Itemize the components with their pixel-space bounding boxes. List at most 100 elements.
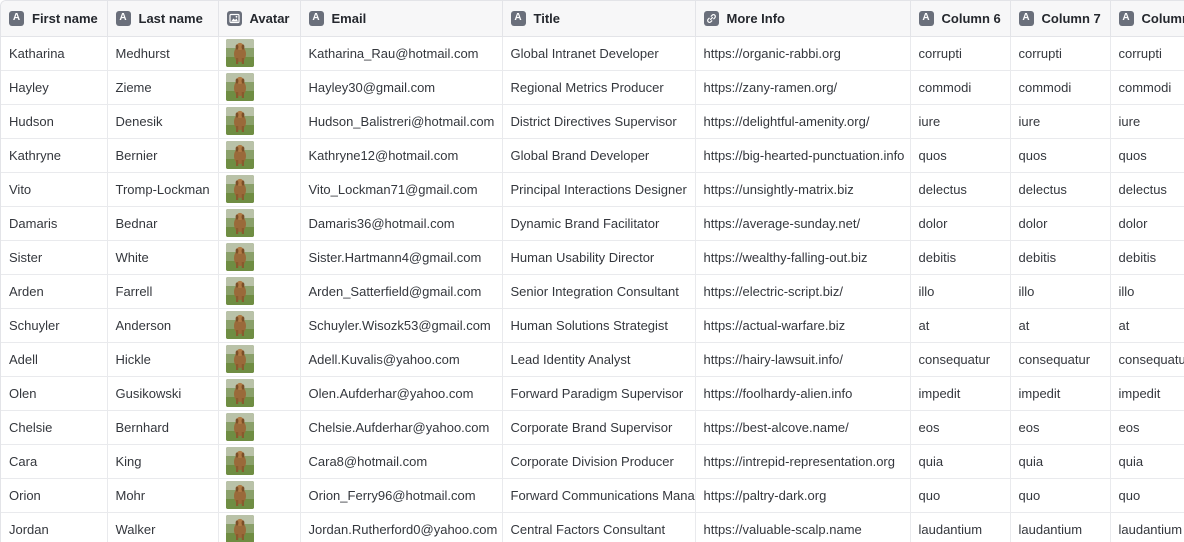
- cell-title[interactable]: Forward Communications Manager: [502, 478, 696, 513]
- table-row[interactable]: Chelsie Bernhard Chelsie.Aufderhar@yahoo.c…: [1, 410, 1184, 445]
- table-row[interactable]: Sister White Sister.Hartmann4@gmail.com Hum…: [1, 240, 1184, 275]
- cell-email[interactable]: Cara8@hotmail.com: [300, 444, 503, 479]
- cell-column-8[interactable]: impedit: [1110, 376, 1184, 411]
- cell-first-name[interactable]: Olen: [1, 376, 108, 411]
- cell-last-name[interactable]: Walker: [107, 512, 219, 542]
- cell-column-8[interactable]: laudantium: [1110, 512, 1184, 542]
- cell-more-info[interactable]: https://hairy-lawsuit.info/: [695, 342, 911, 377]
- cell-title[interactable]: Human Solutions Strategist: [502, 308, 696, 343]
- cell-column-8[interactable]: delectus: [1110, 172, 1184, 207]
- table-row[interactable]: Kathryne Bernier Kathryne12@hotmail.com Glo…: [1, 138, 1184, 173]
- cell-email[interactable]: Orion_Ferry96@hotmail.com: [300, 478, 503, 513]
- cell-column-7[interactable]: commodi: [1010, 70, 1111, 105]
- cell-first-name[interactable]: Chelsie: [1, 410, 108, 445]
- cell-column-8[interactable]: quos: [1110, 138, 1184, 173]
- table-row[interactable]: Schuyler Anderson Schuyler.Wisozk53@gmail.…: [1, 308, 1184, 343]
- cell-avatar[interactable]: [218, 138, 301, 173]
- cell-title[interactable]: Global Brand Developer: [502, 138, 696, 173]
- cell-title[interactable]: Central Factors Consultant: [502, 512, 696, 542]
- cell-first-name[interactable]: Orion: [1, 478, 108, 513]
- cell-column-8[interactable]: corrupti: [1110, 36, 1184, 71]
- cell-last-name[interactable]: Bernier: [107, 138, 219, 173]
- cell-column-7[interactable]: quia: [1010, 444, 1111, 479]
- column-header-avatar[interactable]: Avatar: [218, 1, 301, 37]
- cell-title[interactable]: Senior Integration Consultant: [502, 274, 696, 309]
- cell-column-8[interactable]: dolor: [1110, 206, 1184, 241]
- cell-first-name[interactable]: Jordan: [1, 512, 108, 542]
- cell-avatar[interactable]: [218, 444, 301, 479]
- cell-more-info[interactable]: https://paltry-dark.org: [695, 478, 911, 513]
- cell-email[interactable]: Hudson_Balistreri@hotmail.com: [300, 104, 503, 139]
- cell-column-6[interactable]: commodi: [910, 70, 1011, 105]
- cell-column-8[interactable]: consequatur: [1110, 342, 1184, 377]
- cell-more-info[interactable]: https://actual-warfare.biz: [695, 308, 911, 343]
- table-row[interactable]: Jordan Walker Jordan.Rutherford0@yahoo.com…: [1, 512, 1184, 542]
- cell-first-name[interactable]: Hudson: [1, 104, 108, 139]
- cell-column-6[interactable]: eos: [910, 410, 1011, 445]
- table-row[interactable]: Adell Hickle Adell.Kuvalis@yahoo.com Lead I…: [1, 342, 1184, 377]
- cell-first-name[interactable]: Adell: [1, 342, 108, 377]
- cell-last-name[interactable]: Gusikowski: [107, 376, 219, 411]
- cell-email[interactable]: Adell.Kuvalis@yahoo.com: [300, 342, 503, 377]
- cell-email[interactable]: Arden_Satterfield@gmail.com: [300, 274, 503, 309]
- cell-last-name[interactable]: White: [107, 240, 219, 275]
- cell-email[interactable]: Sister.Hartmann4@gmail.com: [300, 240, 503, 275]
- column-header-column-7[interactable]: A Column 7: [1010, 1, 1111, 37]
- cell-column-7[interactable]: quos: [1010, 138, 1111, 173]
- cell-first-name[interactable]: Damaris: [1, 206, 108, 241]
- cell-email[interactable]: Hayley30@gmail.com: [300, 70, 503, 105]
- cell-first-name[interactable]: Katharina: [1, 36, 108, 71]
- cell-column-8[interactable]: quia: [1110, 444, 1184, 479]
- cell-more-info[interactable]: https://average-sunday.net/: [695, 206, 911, 241]
- cell-title[interactable]: Global Intranet Developer: [502, 36, 696, 71]
- cell-avatar[interactable]: [218, 206, 301, 241]
- cell-column-7[interactable]: consequatur: [1010, 342, 1111, 377]
- cell-more-info[interactable]: https://foolhardy-alien.info: [695, 376, 911, 411]
- cell-last-name[interactable]: Farrell: [107, 274, 219, 309]
- cell-first-name[interactable]: Kathryne: [1, 138, 108, 173]
- cell-column-8[interactable]: iure: [1110, 104, 1184, 139]
- cell-column-6[interactable]: illo: [910, 274, 1011, 309]
- cell-last-name[interactable]: Bernhard: [107, 410, 219, 445]
- cell-column-7[interactable]: at: [1010, 308, 1111, 343]
- cell-last-name[interactable]: Anderson: [107, 308, 219, 343]
- cell-last-name[interactable]: Hickle: [107, 342, 219, 377]
- cell-column-8[interactable]: illo: [1110, 274, 1184, 309]
- table-row[interactable]: Cara King Cara8@hotmail.com Corporate Divis…: [1, 444, 1184, 479]
- cell-column-8[interactable]: at: [1110, 308, 1184, 343]
- column-header-column-8[interactable]: A Column 8: [1110, 1, 1184, 37]
- cell-more-info[interactable]: https://wealthy-falling-out.biz: [695, 240, 911, 275]
- table-row[interactable]: Vito Tromp-Lockman Vito_Lockman71@gmail.co…: [1, 172, 1184, 207]
- cell-column-7[interactable]: quo: [1010, 478, 1111, 513]
- table-row[interactable]: Hayley Zieme Hayley30@gmail.com Regional Me…: [1, 70, 1184, 105]
- cell-column-8[interactable]: quo: [1110, 478, 1184, 513]
- cell-more-info[interactable]: https://big-hearted-punctuation.info: [695, 138, 911, 173]
- cell-column-6[interactable]: corrupti: [910, 36, 1011, 71]
- cell-avatar[interactable]: [218, 172, 301, 207]
- table-row[interactable]: Orion Mohr Orion_Ferry96@hotmail.com Forwar…: [1, 478, 1184, 513]
- cell-last-name[interactable]: King: [107, 444, 219, 479]
- cell-avatar[interactable]: [218, 36, 301, 71]
- cell-column-6[interactable]: consequatur: [910, 342, 1011, 377]
- cell-avatar[interactable]: [218, 308, 301, 343]
- cell-email[interactable]: Schuyler.Wisozk53@gmail.com: [300, 308, 503, 343]
- cell-avatar[interactable]: [218, 342, 301, 377]
- cell-column-7[interactable]: eos: [1010, 410, 1111, 445]
- cell-avatar[interactable]: [218, 104, 301, 139]
- column-header-more-info[interactable]: More Info: [695, 1, 911, 37]
- cell-column-6[interactable]: iure: [910, 104, 1011, 139]
- column-header-title[interactable]: A Title: [502, 1, 696, 37]
- cell-column-6[interactable]: laudantium: [910, 512, 1011, 542]
- cell-title[interactable]: Principal Interactions Designer: [502, 172, 696, 207]
- cell-title[interactable]: Regional Metrics Producer: [502, 70, 696, 105]
- cell-email[interactable]: Damaris36@hotmail.com: [300, 206, 503, 241]
- table-row[interactable]: Olen Gusikowski Olen.Aufderhar@yahoo.com Fo…: [1, 376, 1184, 411]
- table-row[interactable]: Damaris Bednar Damaris36@hotmail.com Dynami…: [1, 206, 1184, 241]
- cell-column-6[interactable]: dolor: [910, 206, 1011, 241]
- cell-avatar[interactable]: [218, 410, 301, 445]
- cell-email[interactable]: Kathryne12@hotmail.com: [300, 138, 503, 173]
- cell-column-8[interactable]: commodi: [1110, 70, 1184, 105]
- cell-avatar[interactable]: [218, 376, 301, 411]
- table-row[interactable]: Arden Farrell Arden_Satterfield@gmail.com S…: [1, 274, 1184, 309]
- cell-column-8[interactable]: debitis: [1110, 240, 1184, 275]
